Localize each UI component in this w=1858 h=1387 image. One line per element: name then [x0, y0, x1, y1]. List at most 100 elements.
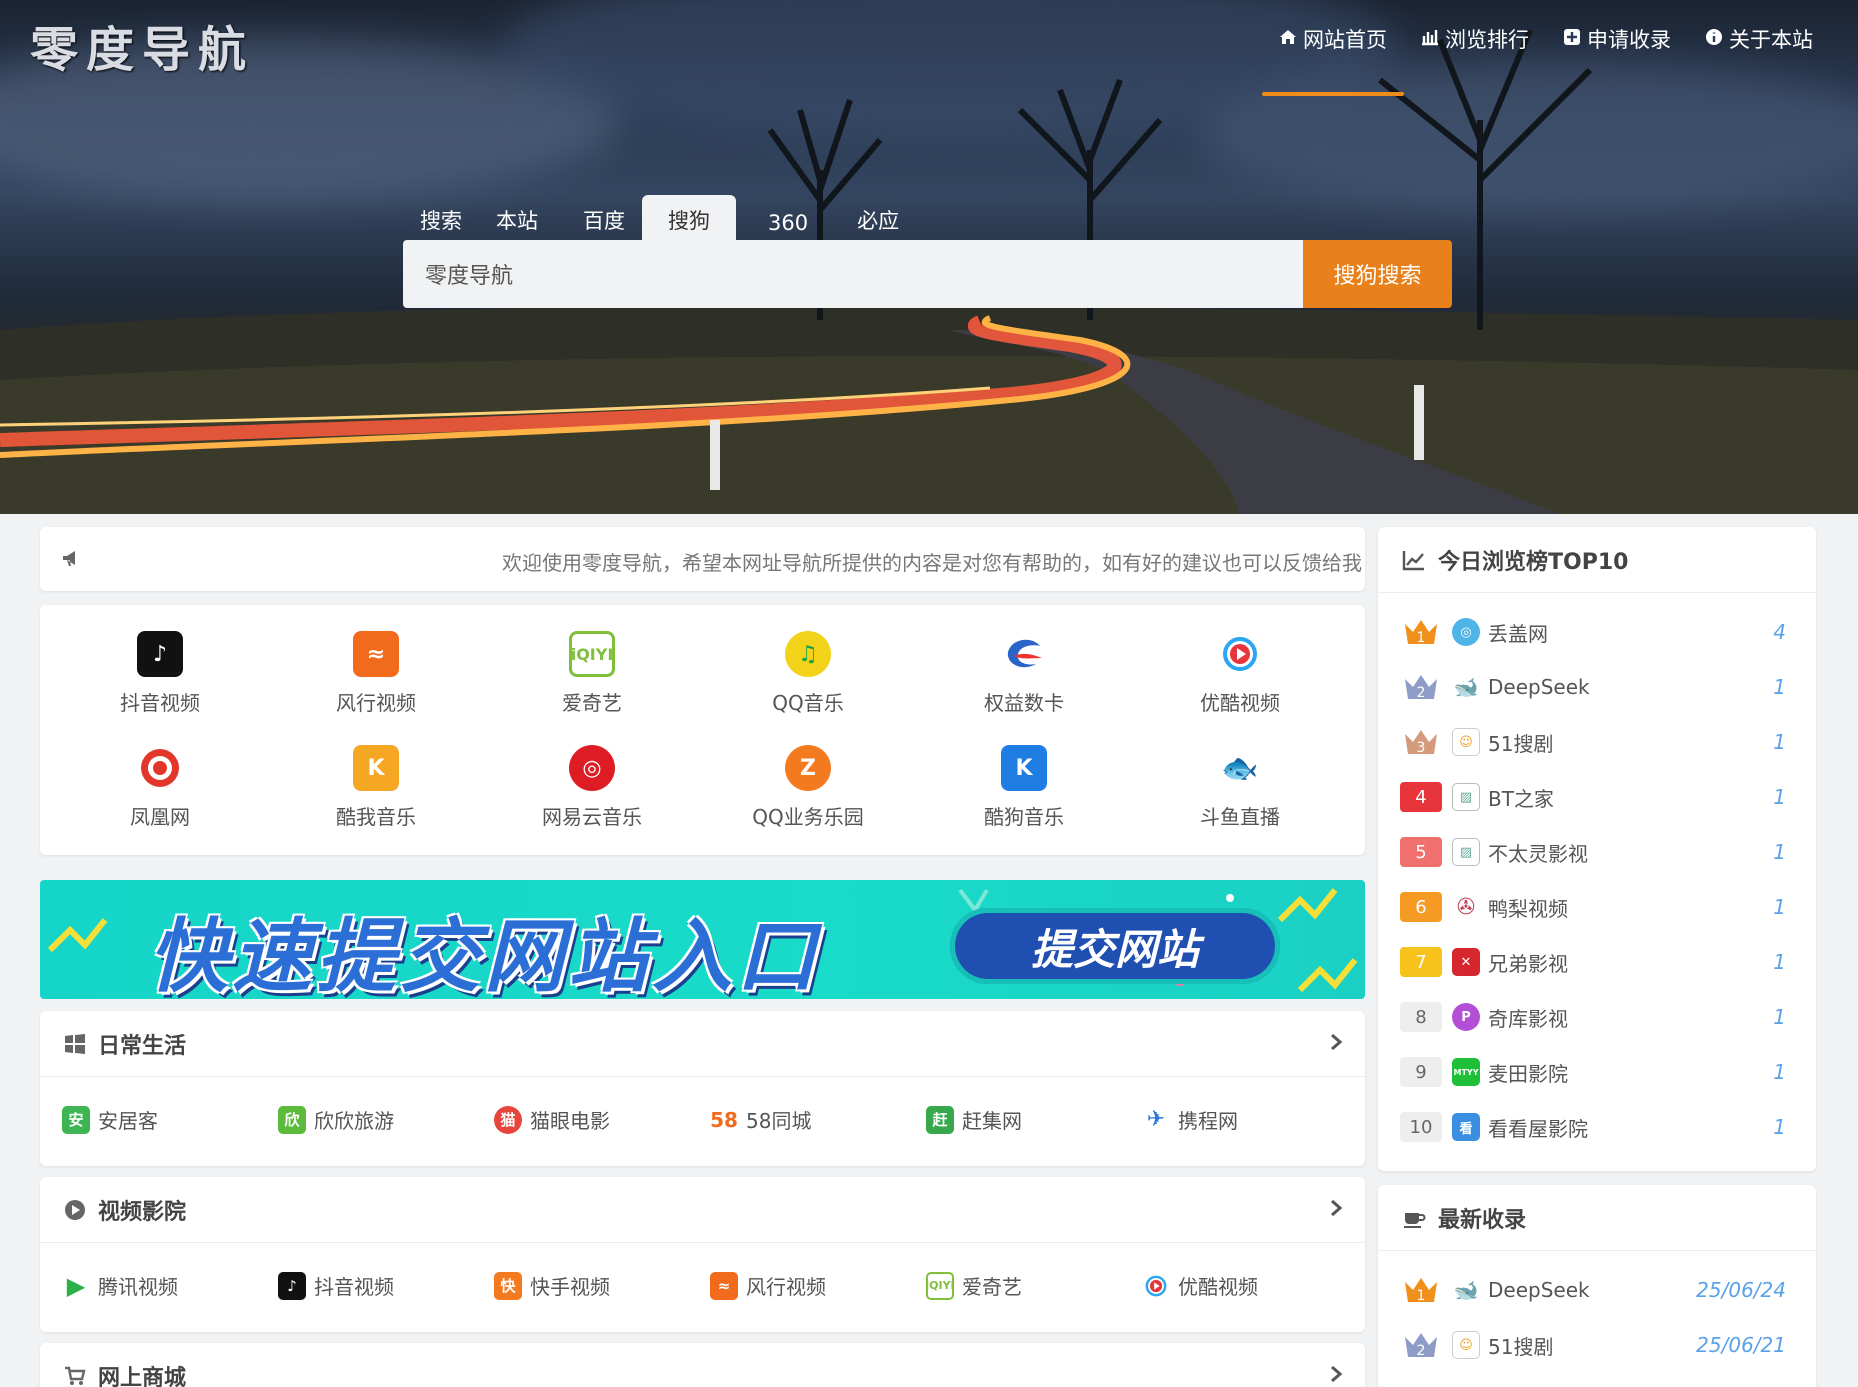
link-anjuke[interactable]: 安安居客	[62, 1105, 158, 1134]
svg-text:3: 3	[1417, 740, 1426, 756]
windows-icon	[65, 1033, 85, 1054]
nav-home-label: 网站首页	[1303, 28, 1387, 52]
newest-row[interactable]: 1 🐋 DeepSeek 25/06/24	[1400, 1270, 1796, 1310]
rank-row[interactable]: 1 ◎ 丢盖网 4	[1400, 612, 1796, 652]
rank-name: 鸭梨视频	[1488, 896, 1568, 921]
link-maoyan[interactable]: 猫猫眼电影	[494, 1105, 610, 1134]
deepseek-icon: 🐋	[1452, 1276, 1480, 1304]
app-kuwo[interactable]: K 酷我音乐	[268, 745, 484, 845]
search-tab-bing[interactable]: 必应	[825, 195, 916, 243]
rank-row[interactable]: 7 ✕ 兄弟影视 1	[1400, 942, 1796, 982]
rank-row[interactable]: 5 ▨ 不太灵影视 1	[1400, 832, 1796, 872]
nav-about[interactable]: 关于本站	[1688, 18, 1830, 76]
kuaishou-icon: 快	[494, 1271, 522, 1300]
link-iqiyi[interactable]: iQIYI 爱奇艺	[925, 1271, 1022, 1300]
link-label: 爱奇艺	[962, 1275, 1022, 1299]
site-logo[interactable]: 零度导航	[30, 10, 254, 80]
category-title: 网上商城	[98, 1365, 187, 1387]
rank-row[interactable]: 2 🐋 DeepSeek 1	[1400, 667, 1796, 707]
nav-ranking[interactable]: 浏览排行	[1404, 18, 1546, 76]
rank-name: 不太灵影视	[1488, 841, 1588, 866]
rank-row[interactable]: 4 ▨ BT之家 1	[1400, 777, 1796, 817]
app-label: 斗鱼直播	[1200, 805, 1280, 829]
app-label: 优酷视频	[1200, 691, 1280, 715]
link-youku[interactable]: 优酷视频	[1142, 1271, 1258, 1300]
rank-row[interactable]: 10 看 看看屋影院 1	[1400, 1107, 1796, 1147]
app-label: 爱奇艺	[562, 691, 622, 715]
link-ganji[interactable]: 赶赶集网	[926, 1105, 1022, 1134]
app-label: 权益数卡	[984, 691, 1064, 715]
link-kuaishou[interactable]: 快快手视频	[494, 1271, 610, 1300]
51soju-icon: ☺	[1452, 728, 1480, 756]
iqiyi-icon: iQIYI	[569, 631, 615, 677]
rank-row[interactable]: 3 ☺ 51搜剧 1	[1400, 722, 1796, 762]
cart-icon	[65, 1366, 86, 1385]
nav-ranking-label: 浏览排行	[1445, 28, 1529, 52]
app-label: 风行视频	[336, 691, 416, 715]
rank-badge: 6	[1400, 892, 1442, 922]
category-header: 日常生活	[40, 1011, 1365, 1077]
rank-badge: 5	[1400, 837, 1442, 867]
app-iqiyi[interactable]: iQIYI 爱奇艺	[484, 631, 700, 731]
app-qq-music[interactable]: ♫ QQ音乐	[700, 631, 916, 731]
app-label: 网易云音乐	[542, 805, 642, 829]
nav-home[interactable]: 网站首页	[1262, 18, 1404, 96]
app-funshion[interactable]: ≈ 风行视频	[268, 631, 484, 731]
youku-icon	[1217, 631, 1263, 677]
play-circle-icon	[65, 1199, 85, 1220]
chevron-right-icon[interactable]	[1327, 1033, 1345, 1051]
link-58[interactable]: 58 58同城	[710, 1105, 811, 1134]
rank-row[interactable]: 9 MTYY 麦田影院 1	[1400, 1052, 1796, 1092]
app-douyu[interactable]: 🐟 斗鱼直播	[1132, 745, 1348, 845]
crown-silver-icon: 2	[1400, 1330, 1442, 1360]
panel-title: 最新收录	[1438, 1207, 1527, 1233]
search-tab-baidu[interactable]: 百度	[555, 195, 642, 243]
coffee-cup-icon	[1404, 1212, 1426, 1228]
link-tencent-video[interactable]: ▶ 腾讯视频	[62, 1271, 178, 1300]
submit-site-banner[interactable]: 快速提交网站入口 提交网站	[40, 880, 1365, 999]
search-button[interactable]: 搜狗搜索	[1303, 240, 1452, 308]
app-youku[interactable]: 优酷视频	[1132, 631, 1348, 731]
newest-row[interactable]: 2 ☺ 51搜剧 25/06/21	[1400, 1325, 1796, 1365]
info-icon	[1706, 29, 1722, 45]
notice-text: 欢迎使用零度导航，希望本网址导航所提供的内容是对您有帮助的，如有好的建议也可以反…	[502, 551, 1362, 575]
link-label: 优酷视频	[1178, 1275, 1258, 1299]
rank-row[interactable]: 8 P 奇库影视 1	[1400, 997, 1796, 1037]
app-kugou[interactable]: K 酷狗音乐	[916, 745, 1132, 845]
nav-submit[interactable]: 申请收录	[1546, 18, 1688, 76]
link-xinxin[interactable]: 欣欣欣旅游	[278, 1105, 394, 1134]
app-label: QQ业务乐园	[752, 805, 864, 829]
link-label: 腾讯视频	[98, 1275, 178, 1299]
rank-name: BT之家	[1488, 786, 1554, 811]
app-label: 凤凰网	[130, 805, 190, 829]
app-ifeng[interactable]: 凤凰网	[52, 745, 268, 845]
search-tab-site[interactable]: 本站	[479, 195, 555, 243]
chevron-right-icon[interactable]	[1327, 1365, 1345, 1383]
app-qq-park[interactable]: Z QQ业务乐园	[700, 745, 916, 845]
top-navigation: 网站首页 浏览排行 申请收录 关于本站	[1262, 18, 1830, 96]
app-douyin[interactable]: ♪ 抖音视频	[52, 631, 268, 731]
kuwo-icon: K	[353, 745, 399, 791]
search-tab-360[interactable]: 360	[736, 201, 825, 243]
search-tab-search[interactable]: 搜索	[403, 195, 479, 243]
rank-count: 1	[1773, 1060, 1786, 1084]
chevron-right-icon[interactable]	[1327, 1199, 1345, 1217]
crown-gold-icon: 1	[1400, 1275, 1442, 1305]
58-icon: 58	[710, 1105, 738, 1134]
category-links: 安安居客 欣欣欣旅游 猫猫眼电影 58 58同城 赶赶集网 ✈ 携程网	[40, 1077, 1365, 1165]
link-douyin[interactable]: ♪ 抖音视频	[278, 1271, 394, 1300]
link-ctrip[interactable]: ✈ 携程网	[1142, 1105, 1238, 1134]
app-netease-music[interactable]: ◎ 网易云音乐	[484, 745, 700, 845]
ctrip-icon: ✈	[1142, 1105, 1170, 1134]
app-card[interactable]: 权益数卡	[916, 631, 1132, 731]
banner-submit-button[interactable]: 提交网站	[950, 908, 1280, 984]
link-funshion[interactable]: ≈ 风行视频	[710, 1271, 826, 1300]
category-daily-life: 日常生活 安安居客 欣欣欣旅游 猫猫眼电影 58 58同城 赶赶集网 ✈ 携程网	[40, 1011, 1365, 1166]
app-label: 酷狗音乐	[984, 805, 1064, 829]
plus-square-icon	[1564, 29, 1580, 45]
rank-row[interactable]: 6 ✇ 鸭梨视频 1	[1400, 887, 1796, 927]
search-input[interactable]	[403, 240, 1303, 308]
rank-name: 奇库影视	[1488, 1006, 1568, 1031]
rank-count: 1	[1773, 675, 1786, 699]
search-tab-sogou[interactable]: 搜狗	[642, 195, 736, 243]
